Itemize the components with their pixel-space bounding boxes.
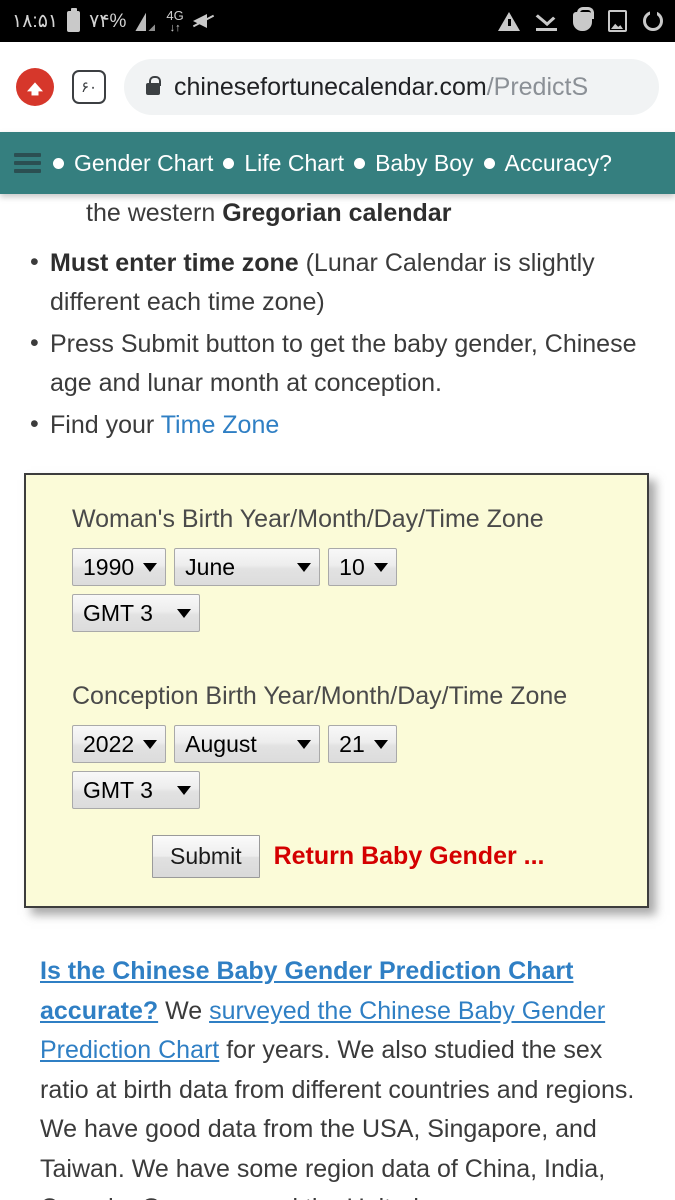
image-icon <box>608 10 627 32</box>
instruction-continued-plain: the western <box>86 199 223 227</box>
conception-month-select[interactable]: August <box>174 725 321 763</box>
return-baby-gender-label: Return Baby Gender ... <box>273 842 545 870</box>
lock-icon <box>146 75 161 95</box>
download-icon <box>535 8 557 31</box>
conception-day-value: 21 <box>339 730 365 757</box>
woman-timezone-select[interactable]: GMT 3 <box>72 594 200 632</box>
chevron-down-icon <box>143 562 158 572</box>
page-content: the western Gregorian calendar Must ente… <box>0 194 675 1200</box>
network-type-label: 4G <box>166 7 184 23</box>
url-text: chinesefortunecalendar.com/PredictS <box>174 73 588 102</box>
signal-icon <box>135 11 157 31</box>
submit-button[interactable]: Submit <box>152 835 260 878</box>
status-clock: ۱۸:۵۱ <box>12 10 59 32</box>
woman-timezone-row: GMT 3 <box>72 594 627 632</box>
woman-birth-year-select[interactable]: 1990 <box>72 548 167 586</box>
time-zone-link[interactable]: Time Zone <box>161 411 280 439</box>
instruction-continued-line: the western Gregorian calendar <box>18 194 657 234</box>
mute-icon <box>192 12 215 30</box>
android-status-bar: ۱۸:۵۱ ۷۴% 4G ↓↑ <box>0 0 675 42</box>
conception-timezone-row: GMT 3 <box>72 771 627 809</box>
list-item: Must enter time zone (Lunar Calendar is … <box>18 243 657 323</box>
hamburger-line <box>14 153 41 157</box>
conception-year-value: 2022 <box>83 730 135 757</box>
conception-month-value: August <box>185 730 257 757</box>
bag-icon <box>573 6 594 31</box>
woman-date-row: 1990 June 10 <box>72 548 627 586</box>
list-item-text: Press Submit button to get the baby gend… <box>50 329 637 398</box>
conception-day-select[interactable]: 21 <box>328 725 397 763</box>
site-navigation-bar: Gender Chart Life Chart Baby Boy Accurac… <box>0 132 675 194</box>
nav-link-baby-boy[interactable]: Baby Boy <box>375 150 473 177</box>
scroll-to-top-button[interactable] <box>16 68 54 106</box>
tab-counter-button[interactable]: ۶۰ <box>72 70 106 104</box>
find-timezone-prefix: Find your <box>50 410 161 439</box>
woman-timezone-value: GMT 3 <box>83 599 153 626</box>
chevron-down-icon <box>297 739 312 749</box>
woman-birth-day-value: 10 <box>339 553 365 580</box>
hamburger-menu-icon[interactable] <box>14 153 41 173</box>
status-bar-left: ۱۸:۵۱ ۷۴% 4G ↓↑ <box>12 7 215 34</box>
bullet-icon <box>53 157 64 169</box>
nav-links: Gender Chart Life Chart Baby Boy Accurac… <box>53 150 612 177</box>
nav-link-life-chart[interactable]: Life Chart <box>244 150 344 177</box>
woman-birth-month-value: June <box>185 553 236 580</box>
tab-count-label: ۶۰ <box>80 79 98 96</box>
woman-birth-day-select[interactable]: 10 <box>328 548 397 586</box>
url-domain: chinesefortunecalendar.com <box>174 72 487 101</box>
chevron-down-icon <box>177 608 191 618</box>
conception-timezone-select[interactable]: GMT 3 <box>72 771 200 809</box>
instruction-continued-bold: Gregorian calendar <box>222 199 452 227</box>
woman-birth-month-select[interactable]: June <box>174 548 321 586</box>
conception-timezone-value: GMT 3 <box>83 776 153 803</box>
up-arrow-icon <box>27 82 43 92</box>
data-transfer-icon: ↓↑ <box>169 21 181 34</box>
4g-icon: 4G ↓↑ <box>166 9 183 34</box>
accuracy-paragraph: Is the Chinese Baby Gender Prediction Ch… <box>18 952 657 1200</box>
battery-percent-label: ۷۴% <box>89 10 127 32</box>
address-bar[interactable]: chinesefortunecalendar.com/PredictS <box>124 59 659 115</box>
woman-birth-label: Woman's Birth Year/Month/Day/Time Zone <box>72 505 544 533</box>
hamburger-line <box>14 169 41 173</box>
instructions-block: the western Gregorian calendar Must ente… <box>18 194 657 445</box>
status-bar-right <box>498 6 663 32</box>
woman-birth-year-value: 1990 <box>83 553 135 580</box>
conception-date-row: 2022 August 21 <box>72 725 627 763</box>
instruction-list: Must enter time zone (Lunar Calendar is … <box>18 243 657 446</box>
prediction-form: Woman's Birth Year/Month/Day/Time Zone 1… <box>24 473 649 908</box>
list-item: Find your Time Zone <box>18 405 657 446</box>
url-path: /PredictS <box>486 72 589 101</box>
warning-icon <box>498 11 520 31</box>
conception-year-select[interactable]: 2022 <box>72 725 167 763</box>
list-item-bold: Must enter time zone <box>50 248 299 277</box>
battery-icon <box>67 7 81 32</box>
chevron-down-icon <box>373 739 388 749</box>
bullet-icon <box>223 157 235 169</box>
bullet-icon <box>483 157 495 169</box>
conception-label: Conception Birth Year/Month/Day/Time Zon… <box>72 682 568 710</box>
list-item: Press Submit button to get the baby gend… <box>18 324 657 404</box>
chevron-down-icon <box>297 562 312 572</box>
chevron-down-icon <box>373 562 388 572</box>
browser-toolbar: ۶۰ chinesefortunecalendar.com/PredictS <box>0 42 675 132</box>
accuracy-text-1: We <box>158 996 210 1025</box>
sync-icon <box>643 10 663 31</box>
form-section-spacer <box>72 640 627 682</box>
nav-link-gender-chart[interactable]: Gender Chart <box>74 150 213 177</box>
nav-link-accuracy[interactable]: Accuracy? <box>505 150 612 177</box>
bullet-icon <box>354 157 366 169</box>
chevron-down-icon <box>177 785 191 795</box>
chevron-down-icon <box>143 739 158 749</box>
prediction-form-wrapper: Woman's Birth Year/Month/Day/Time Zone 1… <box>24 473 649 908</box>
hamburger-line <box>14 161 41 165</box>
submit-row: Submit Return Baby Gender ... <box>72 835 627 878</box>
